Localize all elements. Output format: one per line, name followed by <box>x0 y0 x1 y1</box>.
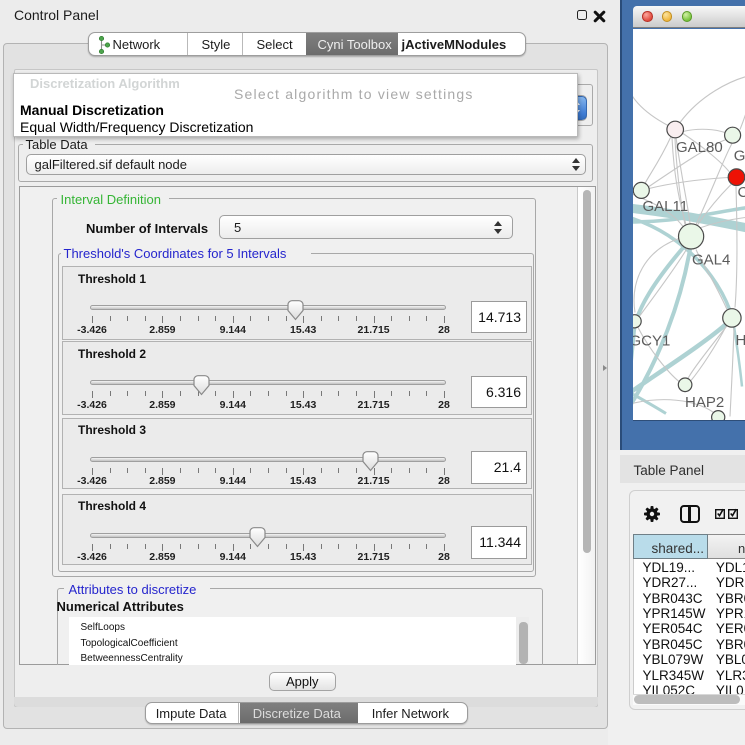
svg-text:GAL11: GAL11 <box>643 198 689 215</box>
svg-text:GAL80: GAL80 <box>676 139 723 156</box>
svg-text:C: C <box>738 184 745 201</box>
svg-text:GAL4: GAL4 <box>692 251 730 268</box>
svg-text:GCY1: GCY1 <box>633 332 670 349</box>
svg-text:G.: G. <box>734 147 745 164</box>
svg-text:HAP2: HAP2 <box>685 394 724 411</box>
svg-text:H: H <box>736 332 745 349</box>
